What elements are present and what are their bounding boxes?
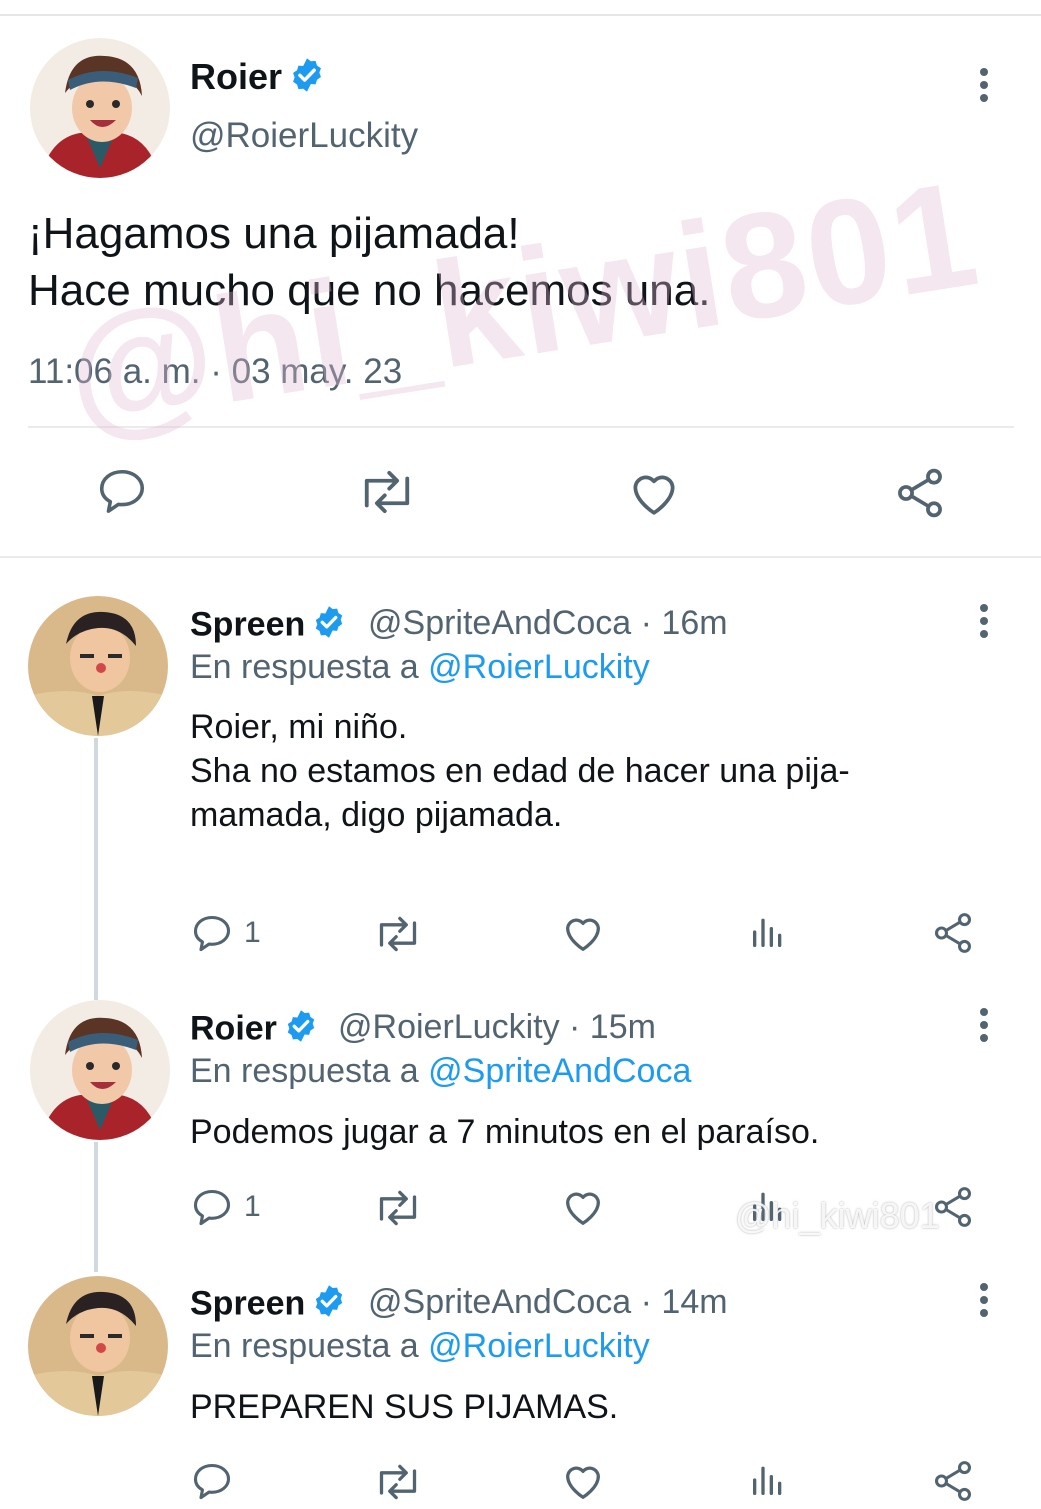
section-divider [0, 556, 1041, 558]
reply-text: Roier, mi niño. Sha no estamos en edad d… [190, 708, 850, 834]
reply-icon[interactable] [95, 465, 149, 524]
avatar-roier[interactable] [30, 1000, 170, 1140]
like-icon[interactable] [626, 465, 682, 526]
reply-icon[interactable] [190, 1186, 234, 1235]
top-divider [0, 14, 1041, 16]
divider [28, 426, 1014, 428]
main-action-bar [0, 455, 1041, 527]
author-handle-time[interactable]: @SpriteAndCoca · 16m [368, 604, 728, 643]
share-icon[interactable] [930, 910, 976, 961]
tweet-text: ¡Hagamos una pijamada! Hace mucho que no… [28, 209, 711, 315]
analytics-icon[interactable] [748, 1460, 788, 1505]
avatar-spreen[interactable] [28, 596, 168, 736]
retweet-icon[interactable] [355, 465, 419, 524]
verified-icon [311, 1283, 347, 1328]
share-icon[interactable] [892, 465, 948, 526]
analytics-icon[interactable] [748, 912, 788, 957]
reply-to-link[interactable]: @RoierLuckity [428, 1327, 650, 1365]
reply-icon[interactable] [190, 912, 234, 961]
reply-text: Podemos jugar a 7 minutos en el paraíso. [190, 1113, 820, 1151]
share-icon[interactable] [930, 1458, 976, 1509]
reply-count: 1 [244, 916, 261, 949]
tweet-timestamp[interactable]: 11:06 a. m. · 03 may. 23 [28, 352, 402, 392]
reply-context: En respuesta a @RoierLuckity [190, 1327, 650, 1365]
retweet-icon[interactable] [372, 912, 424, 961]
author-handle[interactable]: @RoierLuckity [190, 116, 418, 156]
like-icon[interactable] [560, 1458, 606, 1509]
author-name[interactable]: Spreen [190, 604, 347, 649]
author-name[interactable]: Roier [190, 1008, 319, 1053]
more-options-icon[interactable] [978, 1008, 990, 1047]
avatar-roier[interactable] [30, 38, 170, 178]
avatar-spreen[interactable] [28, 1276, 168, 1416]
retweet-icon[interactable] [372, 1186, 424, 1235]
reply-context: En respuesta a @RoierLuckity [190, 648, 650, 686]
retweet-icon[interactable] [372, 1460, 424, 1509]
author-name[interactable]: Roier [190, 56, 326, 103]
reply-text: PREPAREN SUS PIJAMAS. [190, 1388, 619, 1426]
tiktok-watermark: @hi_kiwi801 [735, 1195, 940, 1236]
reply-count: 1 [244, 1190, 261, 1223]
reply-to-link[interactable]: @RoierLuckity [428, 648, 650, 686]
like-icon[interactable] [560, 1184, 606, 1235]
more-options-icon[interactable] [978, 1283, 990, 1322]
author-handle-time[interactable]: @RoierLuckity · 15m [338, 1008, 656, 1047]
like-icon[interactable] [560, 910, 606, 961]
thread-line [94, 1142, 98, 1272]
verified-icon [311, 604, 347, 649]
more-options-icon[interactable] [978, 604, 990, 643]
reply-icon[interactable] [190, 1460, 234, 1509]
thread-line [94, 738, 98, 1000]
author-handle-time[interactable]: @SpriteAndCoca · 14m [368, 1283, 728, 1322]
verified-icon [288, 56, 326, 103]
reply-context: En respuesta a @SpriteAndCoca [190, 1052, 692, 1090]
author-name[interactable]: Spreen [190, 1283, 347, 1328]
more-options-icon[interactable] [978, 68, 990, 107]
reply-to-link[interactable]: @SpriteAndCoca [428, 1052, 691, 1090]
verified-icon [283, 1008, 319, 1053]
